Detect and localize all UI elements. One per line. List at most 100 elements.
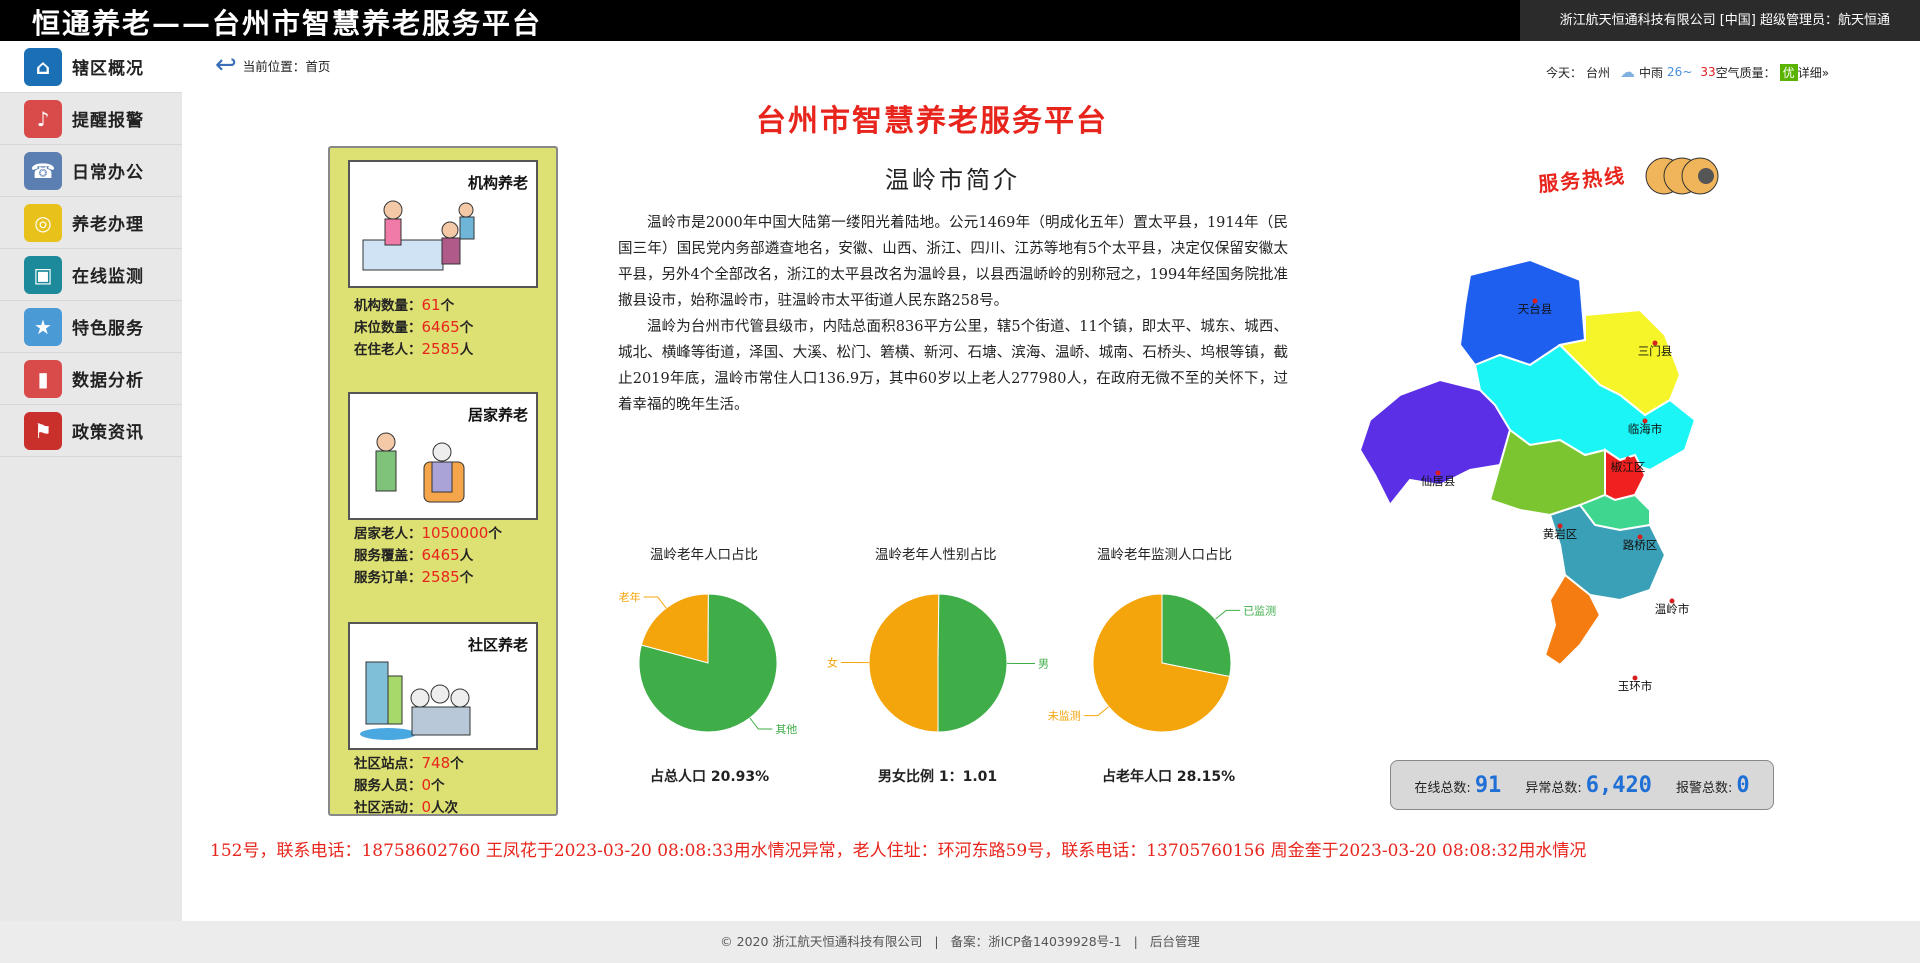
stat-row: 社区活动：0人次 xyxy=(354,798,459,816)
aqi-label: 空气质量： xyxy=(1715,65,1776,80)
map-region-label: 仙居县 xyxy=(1421,474,1456,488)
alarm-total: 报警总数: 0 xyxy=(1675,772,1750,798)
sidebar-item-label: 特色服务 xyxy=(72,319,144,339)
online-total: 在线总数: 91 xyxy=(1414,772,1502,798)
pie-slice[interactable] xyxy=(937,593,1008,733)
handle-icon: ◎ xyxy=(24,203,62,242)
stat-row: 床位数量：6465个 xyxy=(354,318,474,336)
footer-record[interactable]: 备案：浙ICP备14039928号-1 xyxy=(951,934,1122,949)
intro-text: 温岭市是2000年中国大陆第一缕阳光着陆地。公元1469年（明成化五年）置太平县… xyxy=(618,210,1288,418)
stat-row: 服务订单：2585个 xyxy=(354,568,474,586)
back-arrow-icon[interactable]: ↩ xyxy=(215,52,237,78)
taizhou-map: 天台县三门县临海市仙居县黄岩区 椒江区路桥区温岭市玉环市 xyxy=(1358,258,1697,693)
alert-ticker[interactable]: 152号，联系电话：18758602760 王凤花于2023-03-20 08:… xyxy=(210,836,1858,861)
sidebar-item[interactable]: ◎ 养老办理 xyxy=(0,197,182,249)
map-region-label: 椒江区 xyxy=(1611,460,1646,474)
pie-footer: 男女比例 1：1.01 xyxy=(878,769,998,785)
pie-label: 已监测 xyxy=(1243,604,1276,617)
breadcrumb: ↩ 当前位置： 首页 xyxy=(215,52,330,78)
pie-label: 其他 xyxy=(775,723,797,736)
aqi-badge: 优 xyxy=(1779,63,1798,81)
breadcrumb-label: 当前位置： xyxy=(242,58,306,74)
sidebar-item-label: 数据分析 xyxy=(72,371,144,391)
chart-icon: ▮ xyxy=(24,359,62,398)
aqi-value: 33 xyxy=(1700,65,1716,79)
monitor-stats-box: 在线总数: 91 异常总数: 6,420 报警总数: 0 xyxy=(1390,760,1774,810)
map-region-label: 路桥区 xyxy=(1623,538,1658,552)
pie-label: 老年 xyxy=(619,590,641,604)
map-region-label: 三门县 xyxy=(1638,344,1673,358)
hotline-text: 服务热线 xyxy=(1537,163,1628,197)
home-icon: ⌂ xyxy=(24,47,62,86)
nursing-illustration-icon xyxy=(362,200,475,271)
top-bar: 恒通养老——台州市智慧养老服务平台 浙江航天恒通科技有限公司 [中国] 超级管理… xyxy=(0,0,1920,41)
pie-leader-line xyxy=(1215,609,1241,620)
sidebar-item-label: 政策资讯 xyxy=(72,423,144,443)
weather-temp: 26~ xyxy=(1667,65,1693,79)
sidebar-item[interactable]: ⌂ 辖区概况 xyxy=(0,41,182,93)
home-care-illustration-icon xyxy=(375,432,465,503)
office-icon: ☎ xyxy=(24,151,62,190)
pie-leader-line xyxy=(1083,706,1109,717)
sidebar-item-label: 日常办公 xyxy=(72,163,144,183)
weather-widget: 今天： 台州 ☁ 中雨 26~ 33 空气质量： 优 详细» xyxy=(1546,63,1829,81)
company-info[interactable]: 浙江航天恒通科技有限公司 [中国] 超级管理员：航天恒通 xyxy=(1520,0,1920,41)
pie-slice[interactable] xyxy=(868,593,940,733)
intro-title: 温岭市简介 xyxy=(885,166,1020,194)
map-region-label: 临海市 xyxy=(1628,422,1663,436)
stat-row: 居家老人：1050000个 xyxy=(354,524,502,542)
sidebar: ⌂ 辖区概况 ♪ 提醒报警 ☎ 日常办公 ◎ 养老办理 ▣ 在线监测 ★ 特色服务 ▮ 数据分析 ⚑ 政策资讯 xyxy=(0,41,182,921)
sidebar-item[interactable]: ⚑ 政策资讯 xyxy=(0,405,182,457)
sidebar-item-label: 提醒报警 xyxy=(72,111,144,131)
service-icon: ★ xyxy=(24,307,62,346)
map-region-label: 天台县 xyxy=(1518,302,1553,316)
intro-paragraph: 温岭为台州市代管县级市，内陆总面积836平方公里，辖5个街道、11个镇，即太平、… xyxy=(618,319,1288,413)
sidebar-item-label: 养老办理 xyxy=(72,215,144,235)
service-hotline[interactable]: 服务热线 xyxy=(1536,146,1736,210)
community-illustration-icon xyxy=(360,661,471,740)
pie-footer: 占总人口 20.93% xyxy=(650,769,770,785)
home-care-card[interactable]: 居家养老 xyxy=(348,392,538,520)
pie-charts: 老年其他 女 男 已监测未监测 xyxy=(619,590,1277,736)
pie-label: 未监测 xyxy=(1048,710,1081,723)
pie-slice[interactable] xyxy=(1161,593,1232,678)
pie-label: 女 xyxy=(827,655,838,669)
care-summary-panel: 机构养老 机构数量：61个 床位数量：6465个 在住老人：2585人 居家养老… xyxy=(328,146,558,816)
weather-city: 台州 xyxy=(1586,65,1611,80)
alarm-icon: ♪ xyxy=(24,99,62,138)
pie-label: 男 xyxy=(1038,658,1049,671)
stat-row: 社区站点：748个 xyxy=(354,754,464,772)
sidebar-item[interactable]: ☎ 日常办公 xyxy=(0,145,182,197)
footer: © 2020 浙江航天恒通科技有限公司 | 备案：浙ICP备14039928号-… xyxy=(0,921,1920,963)
page-title: 台州市智慧养老服务平台 xyxy=(756,104,1108,139)
institution-care-card[interactable]: 机构养老 xyxy=(348,160,538,288)
weather-condition: 中雨 xyxy=(1639,65,1664,80)
sidebar-item[interactable]: ★ 特色服务 xyxy=(0,301,182,353)
stat-row: 机构数量：61个 xyxy=(354,296,455,314)
headset-icon xyxy=(1645,157,1719,195)
sidebar-item[interactable]: ▮ 数据分析 xyxy=(0,353,182,405)
map-region-label: 玉环市 xyxy=(1618,679,1653,693)
pie-leader-line xyxy=(643,596,667,609)
pie-footer: 占老年人口 28.15% xyxy=(1102,769,1236,785)
stat-row: 服务覆盖：6465人 xyxy=(354,546,474,564)
rain-cloud-icon: ☁ xyxy=(1620,63,1636,81)
news-icon: ⚑ xyxy=(24,411,62,450)
footer-copyright: © 2020 浙江航天恒通科技有限公司 xyxy=(720,934,923,949)
footer-admin-link[interactable]: 后台管理 xyxy=(1150,934,1200,949)
app-logo: 恒通养老——台州市智慧养老服务平台 xyxy=(32,7,543,40)
stat-row: 在住老人：2585人 xyxy=(354,340,474,358)
pie-leader-line xyxy=(749,717,773,730)
stat-row: 服务人员：0个 xyxy=(354,776,445,794)
sidebar-item-label: 在线监测 xyxy=(72,267,144,287)
weather-today-label: 今天： xyxy=(1546,65,1583,80)
breadcrumb-current[interactable]: 首页 xyxy=(305,56,330,75)
sidebar-item-label: 辖区概况 xyxy=(72,59,144,79)
weather-detail-link[interactable]: 详细» xyxy=(1798,64,1829,81)
map-region-label: 黄岩区 xyxy=(1543,527,1578,541)
community-care-card[interactable]: 社区养老 xyxy=(348,622,538,750)
map-region-label: 温岭市 xyxy=(1655,602,1690,616)
sidebar-item[interactable]: ▣ 在线监测 xyxy=(0,249,182,301)
monitor-icon: ▣ xyxy=(24,255,62,294)
sidebar-item[interactable]: ♪ 提醒报警 xyxy=(0,93,182,145)
